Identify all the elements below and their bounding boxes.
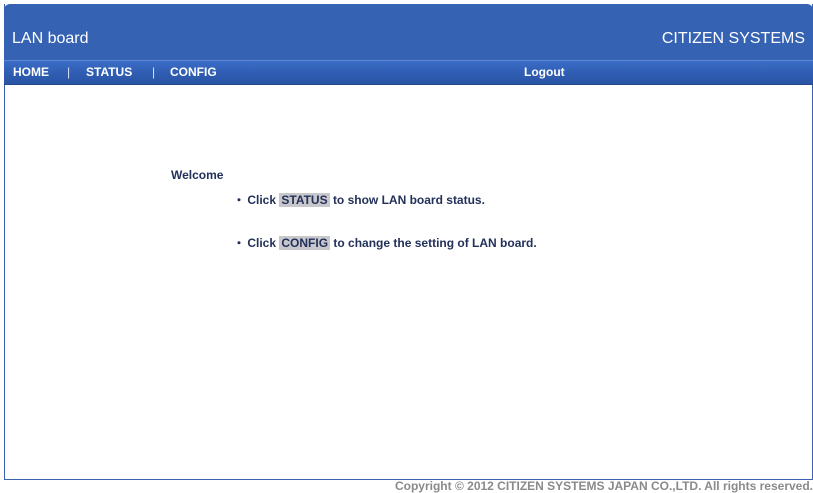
config-inline-link[interactable]: CONFIG	[279, 236, 331, 250]
nav-separator: |	[67, 65, 71, 79]
instruction-suffix: to show LAN board status.	[332, 193, 485, 207]
status-instruction: ・ Click STATUS to show LAN board status.	[233, 193, 485, 208]
bullet-dot: ・	[233, 236, 246, 250]
nav-status-link[interactable]: STATUS	[86, 65, 132, 79]
instruction-suffix: to change the setting of LAN board.	[333, 236, 537, 250]
header-bar: LAN board CITIZEN SYSTEMS	[4, 4, 813, 60]
config-instruction: ・ Click CONFIG to change the setting of …	[233, 236, 537, 251]
welcome-heading: Welcome	[171, 168, 224, 182]
logout-link[interactable]: Logout	[524, 65, 565, 79]
copyright-text: Copyright © 2012 CITIZEN SYSTEMS JAPAN C…	[394, 479, 813, 493]
nav-home-link[interactable]: HOME	[13, 65, 49, 79]
nav-config-link[interactable]: CONFIG	[170, 65, 217, 79]
app-title: LAN board	[12, 30, 89, 47]
instruction-prefix: Click	[247, 193, 277, 207]
nav-bar: HOME | STATUS | CONFIG Logout	[4, 60, 813, 85]
instruction-prefix: Click	[247, 236, 277, 250]
brand-name: CITIZEN SYSTEMS	[661, 30, 805, 47]
nav-separator: |	[152, 65, 156, 79]
status-inline-link[interactable]: STATUS	[279, 193, 330, 207]
bullet-dot: ・	[233, 193, 246, 207]
